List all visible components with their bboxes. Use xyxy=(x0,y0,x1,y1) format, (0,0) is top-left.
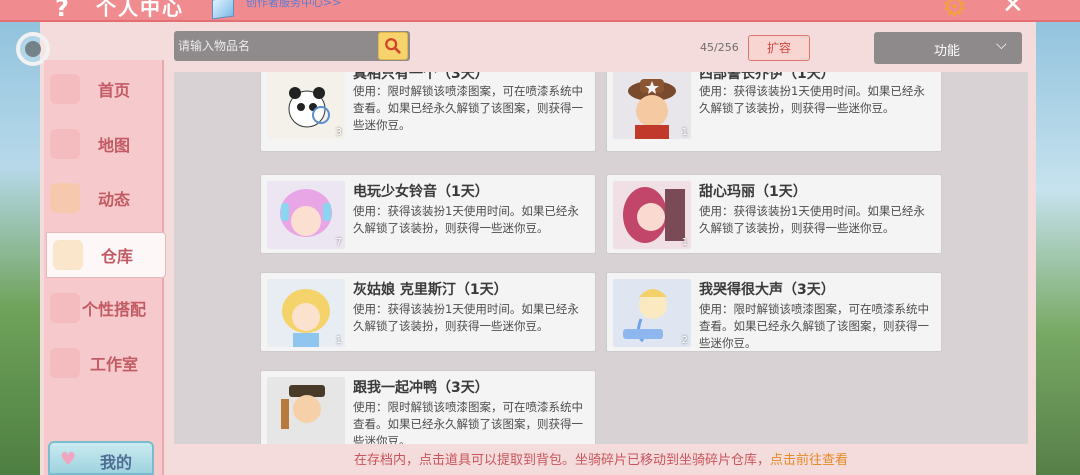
item-title: 我哭得很大声（3天） xyxy=(699,282,835,298)
warehouse-icon xyxy=(53,240,83,270)
search-box xyxy=(174,31,410,61)
function-dropdown[interactable]: 功能 ⌵ xyxy=(874,32,1022,64)
cube-icon xyxy=(212,0,234,20)
item-count: 7 xyxy=(335,237,342,248)
outfit-icon xyxy=(50,293,80,323)
item-description: 使用：获得该装扮1天使用时间。如果已经永久解锁了该装扮，则获得一些迷你豆。 xyxy=(699,84,925,115)
item-count: 1 xyxy=(335,335,342,346)
item-title: 真相只有一个（3天） xyxy=(353,72,489,82)
creator-center-link[interactable]: 创作者服务中心>> xyxy=(246,0,341,10)
game-background-left xyxy=(0,0,40,475)
bell-icon xyxy=(50,183,80,213)
capacity-count: 45/256 xyxy=(700,41,739,54)
item-count: 2 xyxy=(681,335,688,346)
list-item[interactable]: 1 灰姑娘 克里斯汀（1天） 使用：获得该装扮1天使用时间。如果已经永久解锁了该… xyxy=(260,272,596,352)
sidebar-item-outfit[interactable]: 个性搭配 xyxy=(44,285,164,331)
item-title: 跟我一起冲鸭（3天） xyxy=(353,380,489,396)
footer-text: 在存档内，点击道具可以提取到背包。坐骑碎片已移动到坐骑碎片仓库， xyxy=(353,453,770,468)
list-item[interactable]: 3 真相只有一个（3天） 使用：限时解锁该喷漆图案，可在喷漆系统中查看。如果已经… xyxy=(260,72,596,152)
sidebar-item-map[interactable]: 地图 xyxy=(44,121,164,167)
header-bar: ? 个人中心 创作者服务中心>> ⚙ ✕ xyxy=(0,0,1080,23)
sidebar-item-label: 首页 xyxy=(98,81,131,100)
item-description: 使用：获得该装扮1天使用时间。如果已经永久解锁了该装扮，则获得一些迷你豆。 xyxy=(353,204,579,235)
function-label: 功能 xyxy=(934,44,961,59)
item-description: 使用：限时解锁该喷漆图案，可在喷漆系统中查看。如果已经永久解锁了该图案，则获得一… xyxy=(353,400,583,444)
sidebar-item-mine[interactable]: ♥ 我的 xyxy=(48,441,154,475)
page-title: 个人中心 xyxy=(96,0,184,20)
gear-icon[interactable]: ⚙ xyxy=(942,0,967,23)
item-title: 电玩少女铃音（1天） xyxy=(353,184,489,200)
sidebar-item-home[interactable]: 首页 xyxy=(44,66,164,112)
search-button[interactable] xyxy=(378,32,408,60)
charge-duck-spray-icon xyxy=(281,385,325,429)
crying-loud-spray-icon xyxy=(623,289,667,343)
sidebar-item-label: 动态 xyxy=(98,190,131,209)
item-thumbnail: 3 xyxy=(267,72,345,139)
map-icon xyxy=(50,129,80,159)
home-icon xyxy=(50,74,80,104)
sidebar-item-label: 仓库 xyxy=(101,247,134,266)
item-thumbnail xyxy=(267,377,345,444)
list-item[interactable]: 跟我一起冲鸭（3天） 使用：限时解锁该喷漆图案，可在喷漆系统中查看。如果已经永久… xyxy=(260,370,596,444)
sidebar-item-warehouse[interactable]: 仓库 xyxy=(46,232,166,278)
item-count: 3 xyxy=(335,127,342,138)
help-icon[interactable]: ? xyxy=(55,0,69,22)
cinderella-avatar-icon xyxy=(282,289,330,347)
item-title: 西部警长乔伊（1天） xyxy=(699,72,835,82)
item-thumbnail: 7 xyxy=(267,181,345,249)
item-thumbnail: 1 xyxy=(613,72,691,139)
list-item[interactable]: 1 甜心玛丽（1天） 使用：获得该装扮1天使用时间。如果已经永久解锁了该装扮，则… xyxy=(606,174,942,254)
sidebar-item-studio[interactable]: 工作室 xyxy=(44,340,164,386)
item-description: 使用：限时解锁该喷漆图案，可在喷漆系统中查看。如果已经永久解锁了该图案，则获得一… xyxy=(699,302,929,350)
sidebar: 首页 地图 动态 仓库 个性搭配 工作室 xyxy=(44,60,166,475)
item-thumbnail: 2 xyxy=(613,279,691,347)
item-thumbnail: 1 xyxy=(613,181,691,249)
sidebar-item-label: 个性搭配 xyxy=(82,300,147,319)
item-title: 甜心玛丽（1天） xyxy=(699,184,807,200)
mount-fragment-link[interactable]: 点击前往查看 xyxy=(770,453,848,468)
item-count: 1 xyxy=(681,127,688,138)
chevron-down-icon: ⌵ xyxy=(996,37,1007,53)
sidebar-item-label: 我的 xyxy=(100,453,133,472)
panda-detective-icon xyxy=(288,87,330,128)
search-icon xyxy=(385,38,401,54)
list-item[interactable]: 7 电玩少女铃音（1天） 使用：获得该装扮1天使用时间。如果已经永久解锁了该装扮… xyxy=(260,174,596,254)
search-input[interactable] xyxy=(178,34,374,58)
close-icon[interactable]: ✕ xyxy=(1002,0,1024,20)
list-item[interactable]: 1 西部警长乔伊（1天） 使用：获得该装扮1天使用时间。如果已经永久解锁了该装扮… xyxy=(606,72,942,152)
sidebar-item-label: 地图 xyxy=(98,136,131,155)
item-count: 1 xyxy=(681,237,688,248)
item-list[interactable]: 3 真相只有一个（3天） 使用：限时解锁该喷漆图案，可在喷漆系统中查看。如果已经… xyxy=(174,72,1028,444)
game-background-right xyxy=(1032,0,1080,475)
sidebar-item-label: 工作室 xyxy=(90,355,139,374)
sidebar-item-feed[interactable]: 动态 xyxy=(44,175,164,221)
sweetheart-mary-avatar-icon xyxy=(623,187,685,243)
item-title: 灰姑娘 克里斯汀（1天） xyxy=(353,282,508,298)
item-description: 使用：限时解锁该喷漆图案，可在喷漆系统中查看。如果已经永久解锁了该图案，则获得一… xyxy=(353,84,583,132)
item-description: 使用：获得该装扮1天使用时间。如果已经永久解锁了该装扮，则获得一些迷你豆。 xyxy=(699,204,925,235)
item-thumbnail: 1 xyxy=(267,279,345,347)
sheriff-avatar-icon xyxy=(628,79,676,139)
item-description: 使用：获得该装扮1天使用时间。如果已经永久解锁了该装扮，则获得一些迷你豆。 xyxy=(353,302,579,333)
expand-button[interactable]: 扩容 xyxy=(748,35,810,61)
studio-icon xyxy=(50,348,80,378)
gamer-girl-avatar-icon xyxy=(280,189,332,237)
footer-hint: 在存档内，点击道具可以提取到背包。坐骑碎片已移动到坐骑碎片仓库，点击前往查看 xyxy=(174,449,1028,468)
list-item[interactable]: 2 我哭得很大声（3天） 使用：限时解锁该喷漆图案，可在喷漆系统中查看。如果已经… xyxy=(606,272,942,352)
heart-icon: ♥ xyxy=(60,449,77,470)
